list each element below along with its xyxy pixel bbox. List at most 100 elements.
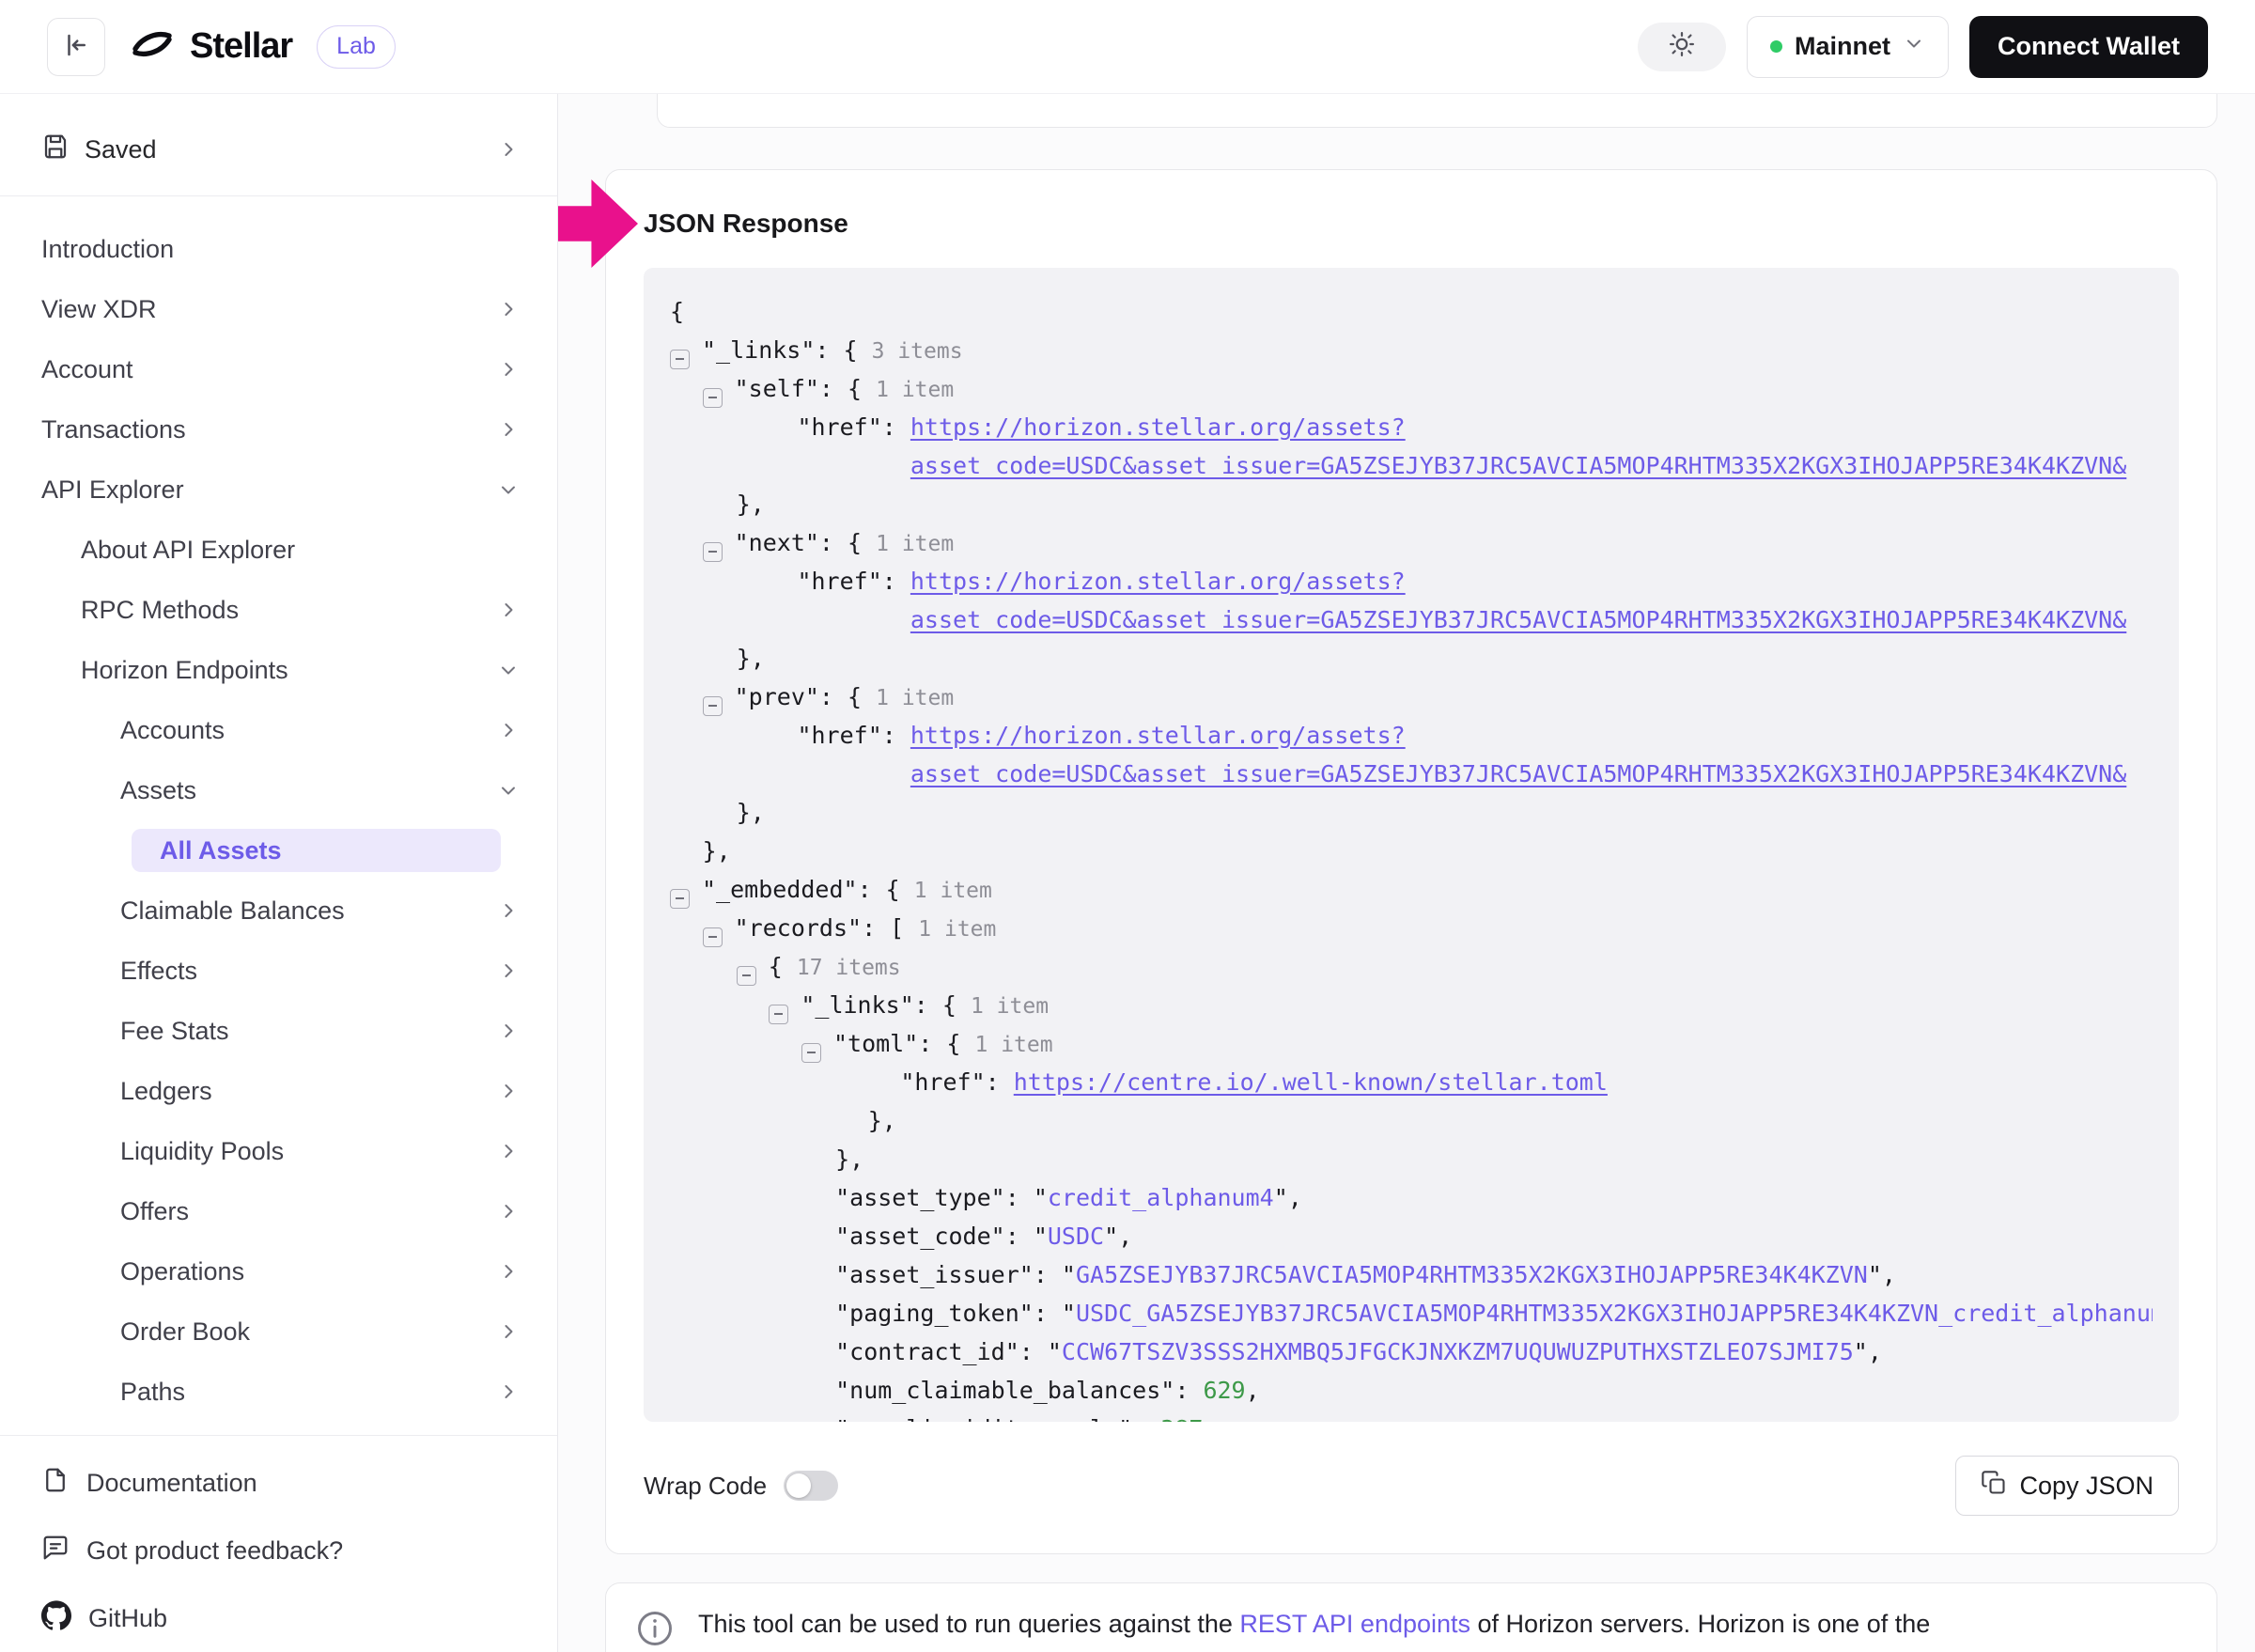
sidebar-item-github[interactable]: GitHub — [0, 1584, 557, 1652]
sidebar-item-liquidity-pools[interactable]: Liquidity Pools — [0, 1121, 557, 1181]
collapse-toggle-icon[interactable] — [670, 350, 690, 369]
json-link[interactable]: asset_code=USDC&asset_issuer=GA5ZSEJYB37… — [910, 760, 2126, 787]
json-line: }, — [670, 1140, 2153, 1178]
sidebar-item-fee-stats[interactable]: Fee Stats — [0, 1001, 557, 1061]
sidebar-item-rpc-methods[interactable]: RPC Methods — [0, 580, 557, 640]
sidebar-item-label: Introduction — [41, 235, 174, 264]
collapse-toggle-icon[interactable] — [801, 1043, 821, 1063]
json-code: {"_links": { 3 items"self": { 1 item"hre… — [670, 292, 2153, 1422]
json-segment: , — [1203, 1415, 1217, 1422]
json-line: "next": { 1 item — [670, 523, 2153, 562]
collapse-toggle-icon[interactable] — [703, 542, 723, 562]
sidebar-item-ledgers[interactable]: Ledgers — [0, 1061, 557, 1121]
json-segment: "href" — [797, 722, 881, 749]
collapse-toggle-icon[interactable] — [703, 696, 723, 716]
json-segment: ", — [1274, 1184, 1302, 1211]
json-segment: { — [670, 298, 684, 325]
json-link[interactable]: https://horizon.stellar.org/assets? — [910, 568, 1406, 595]
json-line: "asset_type": "credit_alphanum4", — [670, 1178, 2153, 1217]
sidebar-item-label: Liquidity Pools — [120, 1137, 284, 1166]
json-line: "num_liquidity_pools": 387, — [670, 1410, 2153, 1422]
chevron-right-icon — [497, 298, 520, 320]
saved-icon — [41, 132, 70, 167]
json-segment: credit_alphanum4 — [1048, 1184, 1274, 1211]
json-link[interactable]: asset_code=USDC&asset_issuer=GA5ZSEJYB37… — [910, 606, 2126, 633]
sidebar-item-operations[interactable]: Operations — [0, 1241, 557, 1301]
json-link[interactable]: https://horizon.stellar.org/assets? — [910, 413, 1406, 441]
json-link[interactable]: https://centre.io/.well-known/stellar.to… — [1014, 1068, 1608, 1096]
collapse-toggle-icon[interactable] — [737, 966, 756, 986]
json-line: asset_code=USDC&asset_issuer=GA5ZSEJYB37… — [670, 446, 2153, 485]
json-line: "records": [ 1 item — [670, 909, 2153, 947]
chevron-down-icon — [1903, 32, 1925, 61]
collapse-toggle-icon[interactable] — [703, 388, 723, 408]
sidebar-item-about-api-explorer[interactable]: About API Explorer — [0, 520, 557, 580]
collapse-toggle-icon[interactable] — [769, 1005, 788, 1024]
sidebar-item-offers[interactable]: Offers — [0, 1181, 557, 1241]
chevron-right-icon — [497, 1200, 520, 1223]
json-link[interactable]: https://horizon.stellar.org/assets? — [910, 722, 1406, 749]
json-segment: "href" — [797, 413, 881, 441]
chevron-right-icon — [497, 599, 520, 621]
sidebar-item-account[interactable]: Account — [0, 339, 557, 399]
brand[interactable]: Stellar — [130, 22, 292, 71]
json-segment: }, — [737, 645, 765, 672]
json-segment: : { — [819, 529, 876, 556]
json-segment: }, — [703, 837, 731, 865]
theme-toggle[interactable] — [1638, 23, 1726, 71]
network-status-dot — [1770, 40, 1782, 53]
json-segment: "asset_issuer" — [835, 1261, 1034, 1288]
json-segment: "toml" — [833, 1030, 918, 1057]
json-segment: "_links" — [702, 336, 815, 364]
network-label: Mainnet — [1795, 32, 1890, 61]
collapse-toggle-icon[interactable] — [703, 927, 723, 947]
chevron-right-icon — [497, 358, 520, 381]
collapse-toggle-icon[interactable] — [670, 889, 690, 909]
wrap-code-label: Wrap Code — [644, 1472, 767, 1501]
collapse-sidebar-button[interactable] — [47, 18, 105, 76]
json-line: { 17 items — [670, 947, 2153, 986]
network-selector[interactable]: Mainnet — [1747, 16, 1949, 78]
sidebar-item-assets[interactable]: Assets — [0, 760, 557, 820]
json-line: "prev": { 1 item — [670, 678, 2153, 716]
sidebar-item-horizon-endpoints[interactable]: Horizon Endpoints — [0, 640, 557, 700]
sidebar-item-feedback[interactable]: Got product feedback? — [0, 1517, 557, 1584]
json-segment: : { — [914, 991, 971, 1019]
sidebar-item-api-explorer[interactable]: API Explorer — [0, 460, 557, 520]
collapse-sidebar-icon — [62, 31, 90, 62]
rest-api-endpoints-link[interactable]: REST API endpoints — [1239, 1610, 1470, 1638]
json-segment: "_embedded" — [702, 876, 858, 903]
json-segment: : { — [918, 1030, 974, 1057]
chevron-down-icon — [497, 478, 520, 501]
sidebar-item-claimable-balances[interactable]: Claimable Balances — [0, 881, 557, 941]
connect-wallet-button[interactable]: Connect Wallet — [1969, 16, 2208, 78]
json-line: "href": https://centre.io/.well-known/st… — [670, 1063, 2153, 1101]
json-link[interactable]: asset_code=USDC&asset_issuer=GA5ZSEJYB37… — [910, 452, 2126, 479]
json-segment: "contract_id" — [835, 1338, 1019, 1365]
sidebar-item-order-book[interactable]: Order Book — [0, 1301, 557, 1362]
chevron-right-icon — [497, 1260, 520, 1283]
sidebar-item-introduction[interactable]: Introduction — [0, 219, 557, 279]
sidebar-item-accounts[interactable]: Accounts — [0, 700, 557, 760]
json-segment: "records" — [735, 914, 862, 942]
json-segment: CCW67TSZV3SSS2HXMBQ5JFGCKJNXKZM7UQUWUZPU… — [1062, 1338, 1854, 1365]
wrap-code-toggle[interactable] — [784, 1471, 838, 1501]
sidebar-item-all-assets[interactable]: All Assets — [132, 829, 501, 872]
sidebar-item-effects[interactable]: Effects — [0, 941, 557, 1001]
json-segment: USDC — [1048, 1223, 1104, 1250]
copy-json-button[interactable]: Copy JSON — [1955, 1456, 2179, 1516]
json-segment: GA5ZSEJYB37JRC5AVCIA5MOP4RHTM335X2KGX3IH… — [1076, 1261, 1868, 1288]
json-segment: : — [1132, 1415, 1160, 1422]
json-segment: USDC_GA5ZSEJYB37JRC5AVCIA5MOP4RHTM335X2K… — [1076, 1300, 2153, 1327]
sidebar-item-paths[interactable]: Paths — [0, 1362, 557, 1422]
sidebar-item-transactions[interactable]: Transactions — [0, 399, 557, 460]
sidebar-item-label: Horizon Endpoints — [81, 656, 288, 685]
json-line: }, — [670, 485, 2153, 523]
sidebar-item-documentation[interactable]: Documentation — [0, 1449, 557, 1517]
sidebar-item-saved[interactable]: Saved — [0, 120, 557, 179]
sidebar-item-view-xdr[interactable]: View XDR — [0, 279, 557, 339]
json-segment: }, — [737, 799, 765, 826]
sidebar-item-label: Accounts — [120, 716, 225, 745]
json-segment: "num_claimable_balances" — [835, 1377, 1174, 1404]
chevron-right-icon — [497, 1380, 520, 1403]
